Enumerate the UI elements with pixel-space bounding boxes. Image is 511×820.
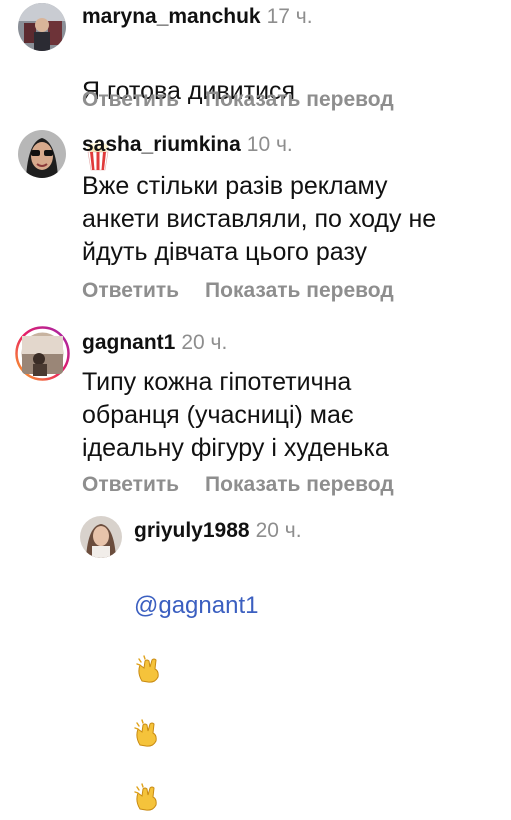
username[interactable]: sasha_riumkina — [82, 133, 241, 156]
comment-sasha: sasha_riumkina 10 ч. Вже стільки разів ре… — [0, 125, 511, 310]
comment-text: Типу кожна гіпотетична обранця (учасниці… — [82, 368, 389, 462]
username[interactable]: maryna_manchuk — [82, 5, 261, 28]
comment-header: maryna_manchuk 17 ч. — [82, 4, 313, 30]
comment-header: sasha_riumkina 10 ч. — [82, 132, 293, 158]
comment-maryna: maryna_manchuk 17 ч. Я готова дивитися От… — [0, 0, 511, 171]
timestamp: 20 ч. — [255, 519, 302, 542]
reply-text: @gagnant1 — [134, 556, 258, 814]
mention-link[interactable]: @gagnant1 — [134, 592, 258, 619]
avatar[interactable] — [15, 326, 70, 381]
comment-actions: Ответить Показать перевод — [82, 472, 394, 498]
translate-button[interactable]: Показать перевод — [205, 472, 394, 498]
clapping-hands-icon — [134, 686, 160, 747]
reply-button[interactable]: Ответить — [82, 472, 179, 498]
reply-header: griyuly1988 20 ч. — [134, 518, 302, 544]
username[interactable]: gagnant1 — [82, 331, 175, 354]
timestamp: 20 ч. — [181, 331, 228, 354]
comment-text: Вже стільки разів рекламу анкети виставл… — [82, 172, 437, 266]
comment-gagnant: gagnant1 20 ч. Типу кожна гіпотетична обр… — [0, 320, 511, 500]
timestamp: 10 ч. — [246, 133, 293, 156]
clapping-hands-icon — [136, 622, 162, 683]
comment-actions: Ответить Показать перевод — [82, 87, 394, 113]
comment-header: gagnant1 20 ч. — [82, 330, 227, 356]
avatar[interactable] — [18, 3, 66, 51]
avatar[interactable] — [80, 516, 122, 558]
avatar[interactable] — [18, 130, 66, 178]
translate-button[interactable]: Показать перевод — [205, 87, 394, 113]
reply-button[interactable]: Ответить — [82, 87, 179, 113]
reply-button[interactable]: Ответить — [82, 278, 179, 304]
comment-actions: Ответить Показать перевод — [82, 278, 394, 304]
clapping-hands-icon — [134, 750, 160, 811]
translate-button[interactable]: Показать перевод — [205, 278, 394, 304]
reply-griyuly: griyuly1988 20 ч. @gagnant1 — [0, 512, 511, 811]
timestamp: 17 ч. — [266, 5, 313, 28]
username[interactable]: griyuly1988 — [134, 519, 250, 542]
